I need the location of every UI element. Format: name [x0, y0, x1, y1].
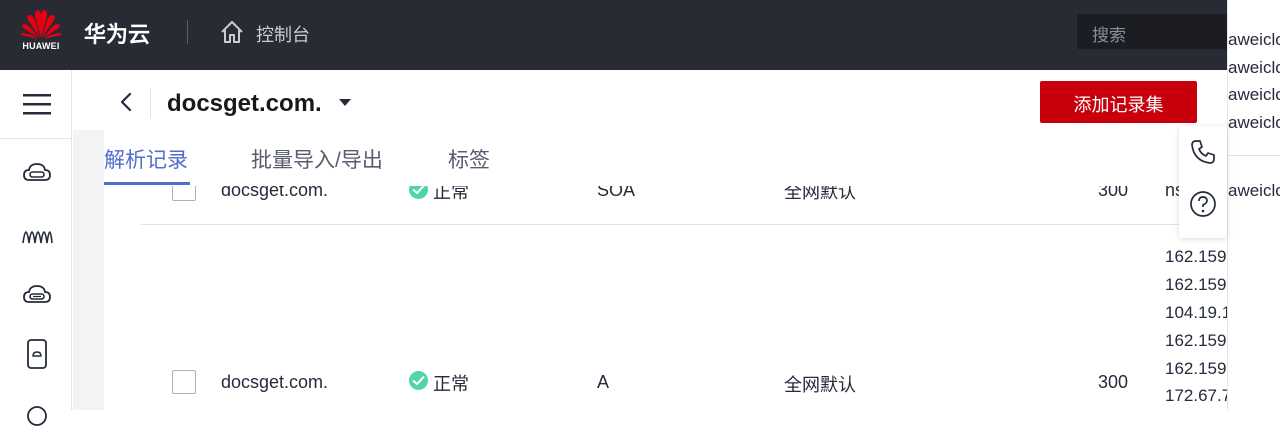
console-link[interactable]: 控制台	[256, 21, 310, 47]
cloud-disk-icon[interactable]	[21, 278, 53, 310]
record-name[interactable]: docsget.com.	[221, 372, 328, 393]
record-value: ns	[1165, 186, 1179, 200]
row-divider	[141, 224, 1227, 225]
check-circle-icon	[409, 371, 428, 390]
record-line: 全网默认	[784, 186, 856, 202]
row-checkbox[interactable]	[172, 370, 196, 394]
record-status: 正常	[433, 374, 469, 394]
menu-icon[interactable]	[21, 88, 53, 120]
logo-text: HUAWEI	[22, 41, 60, 51]
panel-dns-server: aweiclo	[1228, 58, 1280, 77]
record-type: SOA	[597, 186, 636, 200]
panel-dns-server: aweiclo	[1228, 30, 1280, 49]
panel-dns-server: aweiclo	[1228, 181, 1280, 200]
record-line: 全网默认	[784, 375, 856, 395]
help-float-widget	[1179, 126, 1227, 238]
header-divider	[150, 88, 151, 118]
table-row: docsget.com. 正常 SOA 全网默认 300 ns	[104, 186, 1179, 224]
back-icon[interactable]	[116, 91, 136, 113]
panel-divider	[1228, 155, 1280, 156]
add-record-set-button[interactable]: 添加记录集	[1040, 81, 1197, 123]
cloud-server-icon[interactable]	[21, 156, 53, 188]
row-checkbox[interactable]	[172, 186, 196, 201]
content-gutter	[73, 130, 104, 410]
tab-active-indicator	[104, 182, 190, 185]
record-name[interactable]: docsget.com.	[221, 186, 328, 201]
record-type: A	[597, 372, 610, 392]
help-icon[interactable]	[1189, 190, 1217, 218]
sidebar-divider	[0, 138, 72, 139]
sidebar	[0, 70, 72, 426]
check-circle-icon	[409, 186, 428, 199]
wave-icon[interactable]	[21, 217, 53, 249]
record-ttl: 300	[1098, 372, 1129, 392]
more-icon[interactable]	[21, 400, 53, 432]
tab-tags[interactable]: 标签	[448, 144, 490, 174]
side-panel: aweiclo aweiclo aweiclo aweiclo aweiclo	[1227, 0, 1280, 410]
record-status: 正常	[433, 186, 469, 202]
huawei-logo[interactable]: HUAWEI	[18, 8, 64, 62]
phone-icon[interactable]	[1189, 138, 1217, 166]
home-icon[interactable]	[219, 19, 245, 45]
top-bar: HUAWEI 华为云 控制台 搜索	[0, 0, 1280, 70]
panel-dns-server: aweiclo	[1228, 113, 1280, 132]
panel-dns-server: aweiclo	[1228, 85, 1280, 104]
domain-title: docsget.com.	[167, 90, 322, 117]
tab-batch-import-export[interactable]: 批量导入/导出	[251, 144, 383, 174]
mobile-icon[interactable]	[21, 338, 53, 370]
topbar-divider	[187, 20, 188, 44]
huawei-logo-icon	[20, 10, 62, 39]
tab-bar: 解析记录 批量导入/导出 标签	[104, 138, 1179, 186]
search-input[interactable]: 搜索	[1077, 14, 1247, 49]
caret-down-icon[interactable]	[339, 99, 351, 106]
record-ttl: 300	[1098, 186, 1129, 200]
brand-name[interactable]: 华为云	[84, 17, 150, 49]
tab-dns-records[interactable]: 解析记录	[104, 144, 188, 174]
